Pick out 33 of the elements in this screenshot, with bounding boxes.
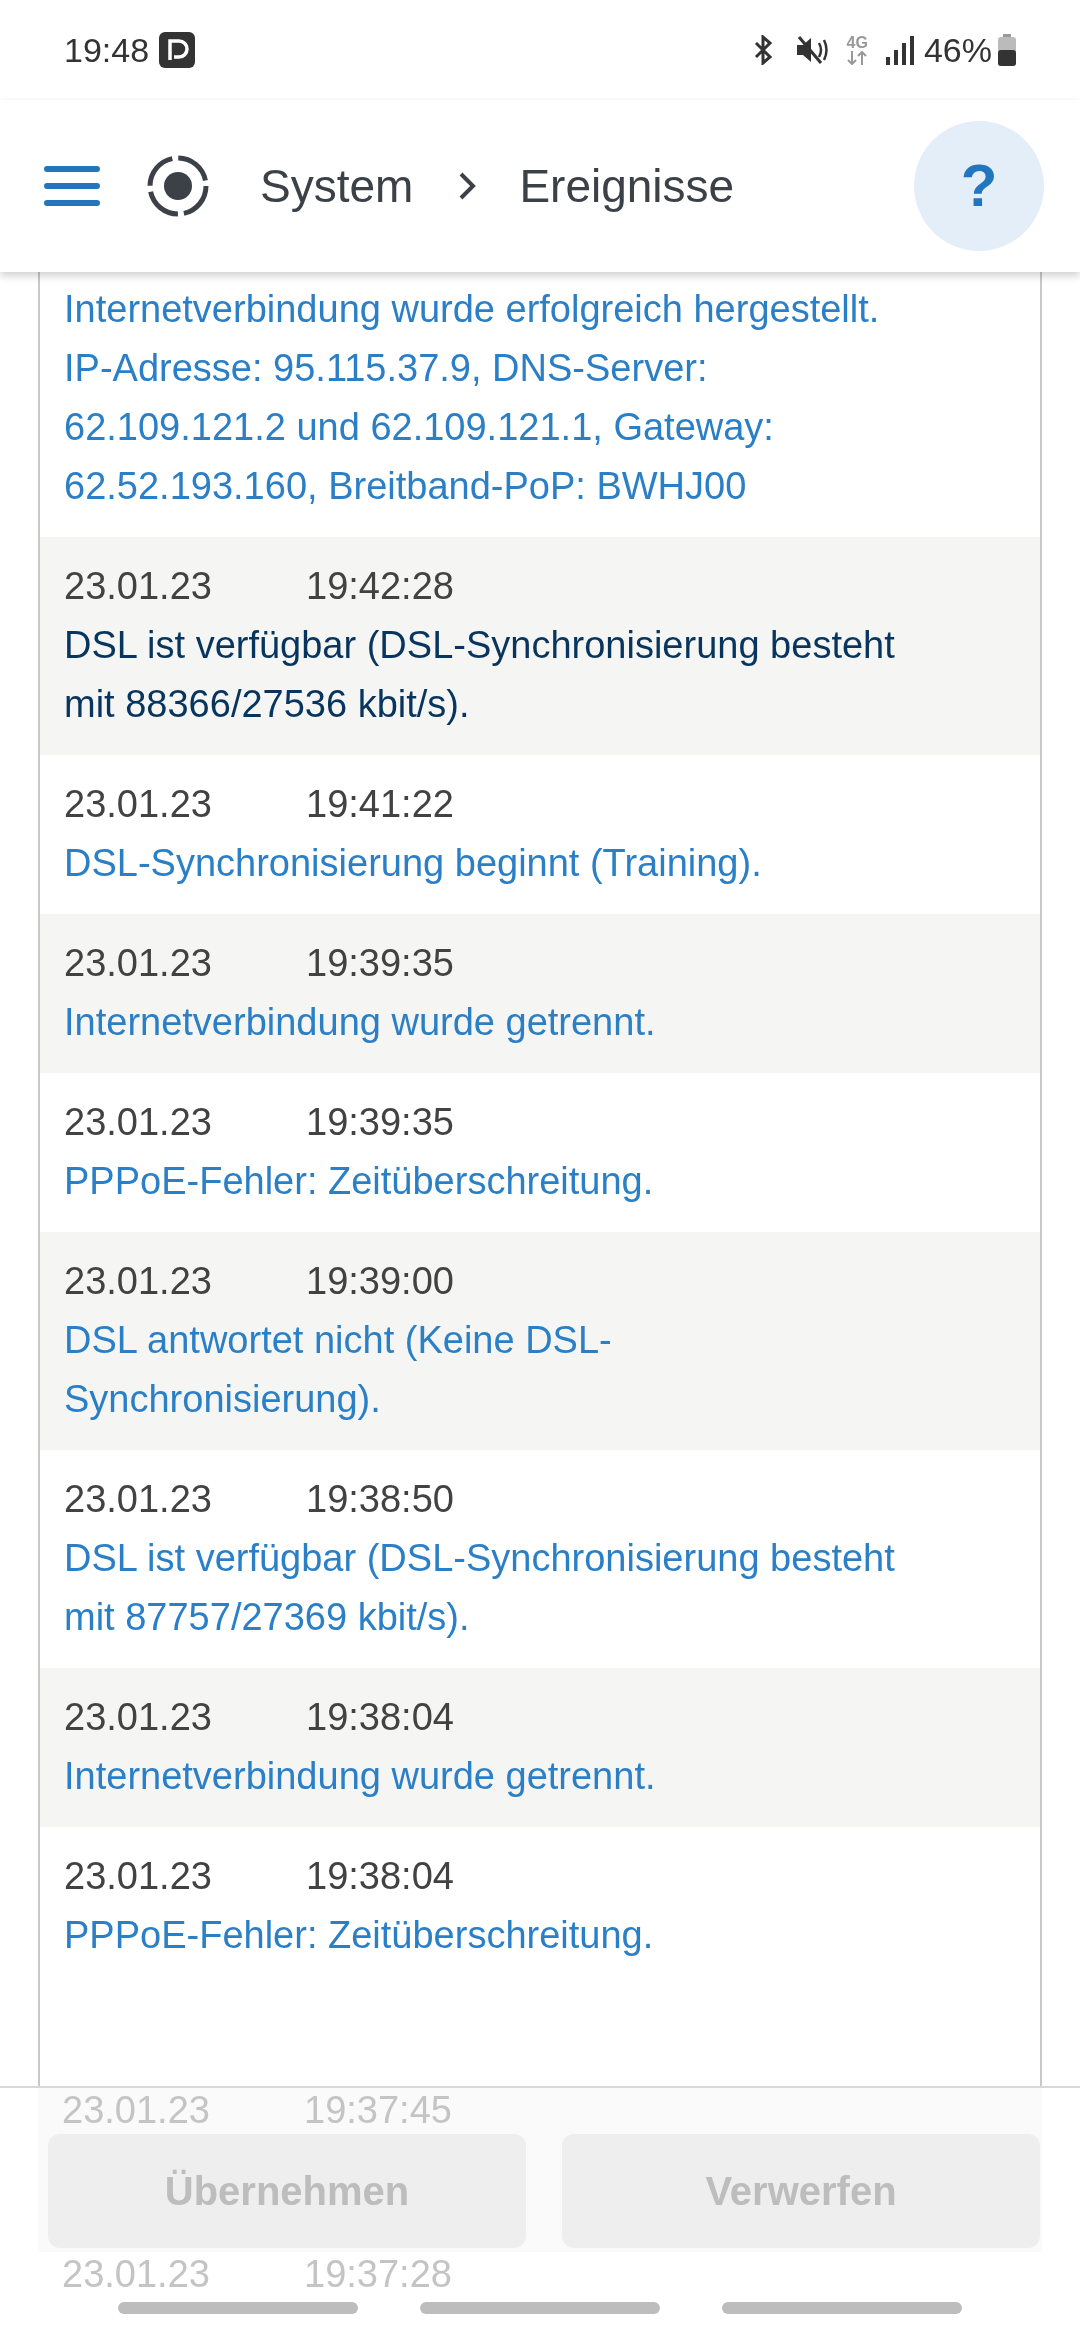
event-date: 23.01.23 — [64, 782, 213, 827]
event-time: 19:38:50 — [306, 1477, 454, 1522]
network-type: 4G — [846, 35, 868, 51]
event-date: 23.01.23 — [64, 1854, 213, 1899]
event-message[interactable]: DSL ist verfügbar (DSL-Synchronisierung besteht mit 88366/27536 kbit/s). — [64, 616, 904, 734]
event-date: 23.01.23 — [62, 2252, 211, 2296]
breadcrumb-item[interactable]: System — [260, 151, 414, 221]
event-message[interactable]: Internetverbindung wurde getrennt. — [64, 1747, 904, 1806]
event-message[interactable]: PPPoE-Fehler: Zeitüberschreitung. — [64, 1152, 904, 1211]
event-message[interactable]: DSL-Synchronisierung beginnt (Training). — [64, 834, 904, 893]
event-time: 19:38:04 — [306, 1854, 454, 1899]
breadcrumb-item[interactable]: Ereignisse — [519, 151, 735, 221]
event-message[interactable]: DSL ist verfügbar (DSL-Synchronisierung besteht mit 87757/27369 kbit/s). — [64, 1529, 904, 1647]
event-date: 23.01.23 — [64, 1477, 213, 1522]
event-time: 19:39:35 — [306, 1100, 454, 1145]
battery-percent: 46% — [923, 29, 992, 71]
clock: 19:48 — [64, 29, 150, 71]
event-date: 23.01.23 — [64, 1695, 213, 1740]
event-message[interactable]: Internetverbindung wurde erfolgreich hergestellt. IP-Adresse: 95.115.37.9, DNS-Server: 62.109.121.2 und 62.109.121.1, Gateway: 62.52.193.160, Breitband-PoP: BWHJ00 — [64, 280, 904, 516]
event-message[interactable]: DSL antwortet nicht (Keine DSL-Synchronisierung). — [64, 1311, 904, 1429]
help-button[interactable]: ? — [914, 121, 1044, 251]
event-time: 19:42:28 — [306, 564, 454, 609]
event-time: 19:39:00 — [306, 1259, 454, 1304]
event-message[interactable]: Internetverbindung wurde getrennt. — [64, 993, 904, 1052]
event-time: 19:37:28 — [304, 2252, 452, 2296]
event-date: 23.01.23 — [64, 1259, 213, 1304]
event-time: 19:41:22 — [306, 782, 454, 827]
event-time: 19:39:35 — [306, 941, 454, 986]
event-date: 23.01.23 — [64, 564, 213, 609]
event-time: 19:38:04 — [306, 1695, 454, 1740]
event-message[interactable]: PPPoE-Fehler: Zeitüberschreitung. — [64, 1906, 904, 1965]
event-date: 23.01.23 — [64, 941, 213, 986]
event-date: 23.01.23 — [64, 1100, 213, 1145]
